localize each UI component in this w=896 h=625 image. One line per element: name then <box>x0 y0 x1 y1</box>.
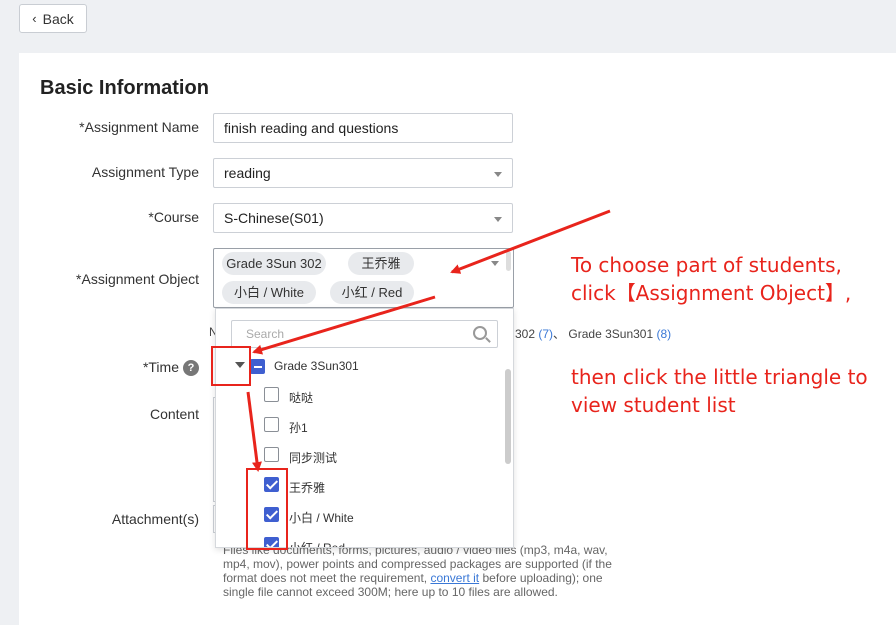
arrow-to-list <box>246 391 262 472</box>
annotation-line: To choose part of students, <box>571 253 842 277</box>
annotation-line: view student list <box>571 393 736 417</box>
annotation-line: click【Assignment Object】, <box>571 281 852 305</box>
arrow-to-triangle <box>252 295 436 355</box>
annotation-line: then click the little triangle to <box>571 365 868 389</box>
annotation-arrows <box>246 209 611 472</box>
